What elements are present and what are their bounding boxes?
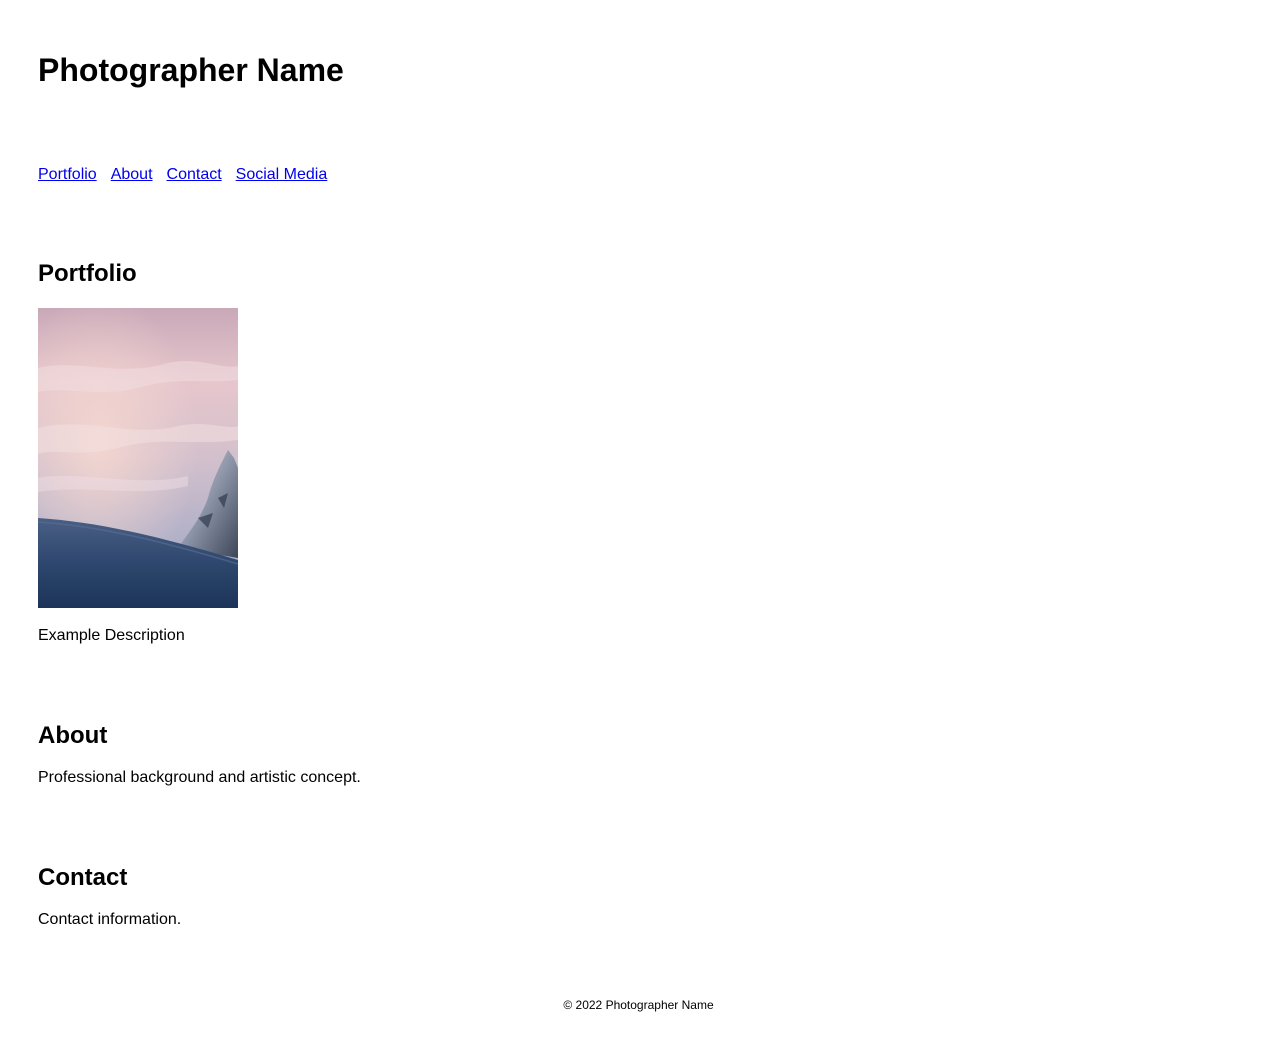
nav-link-portfolio[interactable]: Portfolio bbox=[38, 165, 97, 185]
nav-link-social-media[interactable]: Social Media bbox=[236, 165, 328, 185]
site-title: Photographer Name bbox=[38, 52, 344, 88]
main-nav: Portfolio About Contact Social Media bbox=[38, 165, 327, 185]
about-text: Professional background and artistic con… bbox=[38, 769, 361, 786]
portfolio-photo bbox=[38, 308, 238, 608]
portfolio-item-description: Example Description bbox=[38, 627, 185, 644]
contact-text: Contact information. bbox=[38, 911, 182, 928]
nav-link-contact[interactable]: Contact bbox=[167, 165, 222, 185]
portfolio-heading: Portfolio bbox=[38, 260, 137, 287]
nav-link-about[interactable]: About bbox=[111, 165, 153, 185]
about-heading: About bbox=[38, 722, 108, 749]
contact-heading: Contact bbox=[38, 864, 128, 891]
footer-copyright: © 2022 Photographer Name bbox=[563, 998, 714, 1012]
